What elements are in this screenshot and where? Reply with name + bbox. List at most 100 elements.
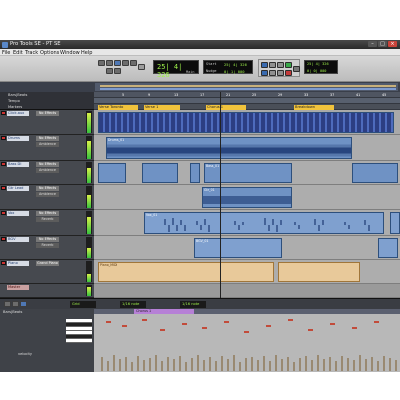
track-name[interactable]: Piano xyxy=(7,261,29,266)
online-button[interactable] xyxy=(261,62,268,68)
menu-options[interactable]: Options xyxy=(40,50,59,56)
piano-region-2[interactable] xyxy=(278,262,360,282)
record-enable-button[interactable] xyxy=(1,136,6,140)
track-drums[interactable]: Drums No Effects Ambience xyxy=(0,135,94,161)
piano-key[interactable] xyxy=(66,339,92,343)
track-name[interactable]: Drums xyxy=(7,136,29,141)
track-gtr-lead[interactable]: Gtr Lead No Effects Ambience xyxy=(0,185,94,210)
end-length-counters[interactable]: 25| 4| 326 0| 0| 000 xyxy=(304,60,338,74)
bass-region-3[interactable] xyxy=(190,163,200,183)
lane-drums[interactable]: Drums_01 xyxy=(94,135,400,161)
piano-region-1[interactable]: Piano_MIDI xyxy=(98,262,274,282)
midi-grid-label[interactable]: Grid xyxy=(70,301,96,308)
maximize-button[interactable]: □ xyxy=(378,41,387,47)
midi-tool-button[interactable] xyxy=(12,301,19,307)
insert-slot[interactable]: No Effects xyxy=(36,186,59,191)
track-name[interactable]: Master xyxy=(7,285,29,290)
universe-overview[interactable] xyxy=(0,82,400,92)
stop-button[interactable] xyxy=(277,62,284,68)
record-enable-button[interactable] xyxy=(1,237,6,241)
record-button[interactable] xyxy=(285,70,292,76)
record-enable-button[interactable] xyxy=(1,211,6,215)
bass-region-4[interactable]: Bass_01 xyxy=(204,163,292,183)
midi-tool-button[interactable] xyxy=(4,301,11,307)
track-name[interactable]: Click.aux xyxy=(7,111,29,116)
insert-slot[interactable]: No Effects xyxy=(36,111,59,116)
gtr-region[interactable]: Gtr_01 xyxy=(202,187,292,208)
midi-notes-and-velocity[interactable] xyxy=(94,315,400,371)
midi-grid-value[interactable]: 1/16 note xyxy=(120,301,146,308)
main-counter[interactable]: 25| 4| 326 Main xyxy=(153,60,199,79)
midi-marker[interactable]: Chorus 1 xyxy=(134,309,194,314)
midi-ruler[interactable]: Chorus 1 xyxy=(94,309,400,314)
bgv-region[interactable]: BGV_01 xyxy=(194,238,282,258)
track-name[interactable]: BGV xyxy=(7,237,29,242)
grid-mode-button[interactable] xyxy=(138,64,145,70)
lane-vox[interactable]: Vox_01 xyxy=(94,210,400,236)
rulers[interactable]: 5 9 13 17 21 25 29 33 37 41 45 Verse Tor… xyxy=(94,92,400,110)
track-bgv[interactable]: BGV No Effects Reverb xyxy=(0,236,94,260)
record-enable-button[interactable] xyxy=(1,162,6,166)
zoom-tool-button[interactable] xyxy=(98,60,105,66)
loop-button[interactable] xyxy=(261,70,268,76)
pencil-tool-button[interactable] xyxy=(130,60,137,66)
track-master[interactable]: Master xyxy=(0,284,94,298)
drums-region[interactable]: Drums_01 xyxy=(106,137,352,159)
marker-breakdown[interactable]: Breakdown xyxy=(294,104,334,110)
go-to-end-button[interactable] xyxy=(293,66,300,72)
marker-chorus-1[interactable]: Chorus 1 xyxy=(206,104,246,110)
lane-gtr[interactable]: Gtr_01 xyxy=(94,185,400,210)
close-button[interactable]: × xyxy=(388,41,397,47)
grabber-tool-button[interactable] xyxy=(122,60,129,66)
menu-edit[interactable]: Edit xyxy=(13,50,23,56)
track-piano[interactable]: Piano Grand Piano xyxy=(0,260,94,284)
lane-master[interactable] xyxy=(94,284,400,298)
menu-track[interactable]: Track xyxy=(25,50,38,56)
fast-forward-button[interactable] xyxy=(277,70,284,76)
bass-region-1[interactable] xyxy=(98,163,126,183)
insert-slot[interactable]: Grand Piano xyxy=(36,261,59,266)
play-button[interactable] xyxy=(285,62,292,68)
send-slot[interactable]: Ambience xyxy=(36,192,59,197)
track-name[interactable]: Gtr Lead xyxy=(7,186,29,191)
marker-verse-toronto[interactable]: Verse Toronto xyxy=(98,104,138,110)
track-name[interactable]: Bass DI xyxy=(7,162,29,167)
menu-help[interactable]: Help xyxy=(81,50,92,56)
start-nudge-counters[interactable]: Start 25| 4| 326 Nudge 0| 1| 000 xyxy=(203,60,253,74)
insert-slot[interactable]: No Effects xyxy=(36,237,59,242)
selector-tool-button[interactable] xyxy=(114,60,121,66)
bass-region-2[interactable] xyxy=(142,163,178,183)
insert-slot[interactable]: No Effects xyxy=(36,162,59,167)
lane-piano[interactable]: Piano_MIDI xyxy=(94,260,400,284)
menu-file[interactable]: File xyxy=(2,50,10,56)
midi-tool-button[interactable] xyxy=(20,301,27,307)
track-name[interactable]: Vox xyxy=(7,211,29,216)
vox-region-2[interactable] xyxy=(390,212,400,234)
record-enable-button[interactable] xyxy=(1,186,6,190)
track-click[interactable]: Click.aux No Effects xyxy=(0,110,94,135)
record-enable-button[interactable] xyxy=(1,261,6,265)
send-slot[interactable]: Reverb xyxy=(36,217,59,222)
record-enable-button[interactable] xyxy=(1,111,6,115)
scrubber-tool-button[interactable] xyxy=(114,68,121,74)
bass-region-5[interactable] xyxy=(352,163,398,183)
playhead[interactable] xyxy=(220,92,221,298)
trim-tool-button[interactable] xyxy=(106,60,113,66)
midi-note-area[interactable]: Chorus 1 xyxy=(94,309,400,372)
bgv-region-2[interactable] xyxy=(378,238,398,258)
menu-window[interactable]: Window xyxy=(60,50,80,56)
insert-slot[interactable]: No Effects xyxy=(36,211,59,216)
track-vox[interactable]: Vox No Effects Reverb xyxy=(0,210,94,236)
lane-bass[interactable]: Bass_01 xyxy=(94,161,400,185)
vox-region[interactable]: Vox_01 xyxy=(144,212,384,234)
send-slot[interactable]: Ambience xyxy=(36,142,59,147)
midi-nudge-value[interactable]: 1/16 note xyxy=(180,301,206,308)
insert-slot[interactable]: No Effects xyxy=(36,136,59,141)
click-region[interactable] xyxy=(98,112,394,133)
send-slot[interactable]: Ambience xyxy=(36,168,59,173)
minimize-button[interactable]: – xyxy=(368,41,377,47)
rewind-button[interactable] xyxy=(269,62,276,68)
marker-verse-1[interactable]: Verse 1 xyxy=(144,104,180,110)
smart-tool-button[interactable] xyxy=(106,68,113,74)
lane-click[interactable] xyxy=(94,110,400,135)
